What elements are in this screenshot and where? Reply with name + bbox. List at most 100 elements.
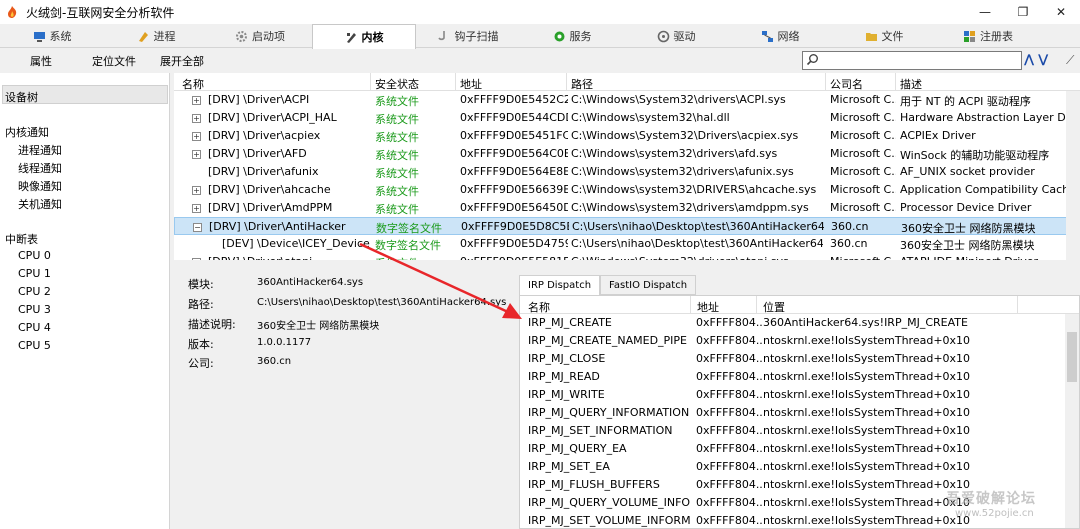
cell-company: Microsoft C... (830, 147, 896, 160)
table-row[interactable]: − [DRV] \Driver\AntiHacker 数字签名文件 0xFFFF9D0… (174, 217, 1080, 235)
tab-process[interactable]: 进程 (104, 24, 208, 48)
tab-network[interactable]: 网络 (728, 24, 832, 48)
col-header-status[interactable]: 安全状态 (375, 76, 419, 92)
irp-table-row[interactable]: IRP_MJ_SET_INFORMATION 0xFFFF804... ntoskr… (520, 422, 1079, 440)
tab-hook[interactable]: 钩子扫描 (416, 24, 520, 48)
irp-scrollbar-thumb[interactable] (1067, 332, 1077, 382)
pin-icon[interactable]: ⟋ (1066, 53, 1074, 68)
search-next-icon[interactable]: ⋁ (1038, 52, 1048, 66)
properties-button[interactable]: 属性 (0, 53, 80, 69)
sidebar-group-kernel-notify[interactable]: 内核通知 (5, 124, 49, 140)
window-title: 火绒剑-互联网安全分析软件 (26, 5, 175, 20)
irp-table-row[interactable]: IRP_MJ_CREATE 0xFFFF804... 360AntiHacker64… (520, 314, 1079, 332)
col-header-name[interactable]: 名称 (182, 76, 204, 92)
irp-cell-address: 0xFFFF804... (696, 388, 762, 401)
tab-monitor[interactable]: 系统 (0, 24, 104, 48)
irp-table-row[interactable]: IRP_MJ_CLOSE 0xFFFF804... ntoskrnl.exe!IoI… (520, 350, 1079, 368)
irp-cell-address: 0xFFFF804... (696, 496, 762, 509)
irp-cell-name: IRP_MJ_READ (528, 370, 600, 383)
watermark-url: www.52pojie.cn (955, 508, 1034, 519)
expand-icon[interactable]: + (192, 132, 201, 141)
table-row[interactable]: + [DRV] \Driver\acpiex 系统文件 0xFFFF9D0E5451F… (174, 127, 1080, 145)
process-icon (137, 30, 150, 43)
irp-col-header-name[interactable]: 名称 (528, 299, 550, 315)
table-row[interactable]: + [DRV] \Driver\ACPI 系统文件 0xFFFF9D0E5452C28… (174, 91, 1080, 109)
sidebar-item-shutdown-notify[interactable]: 关机通知 (18, 196, 62, 212)
col-header-address[interactable]: 地址 (460, 76, 482, 92)
irp-cell-location: ntoskrnl.exe!IoIsSystemThread+0x10 (763, 334, 971, 347)
tab-irp-dispatch[interactable]: IRP Dispatch (519, 275, 601, 295)
tab-kernel[interactable]: 内核 (312, 24, 416, 49)
col-header-company[interactable]: 公司名 (830, 76, 863, 92)
table-row[interactable]: [DEV] \Device\ICEY_Device 数字签名文件 0xFFFF9D0… (174, 235, 1080, 253)
cell-name: [DRV] \Driver\ahcache (208, 183, 331, 196)
minimize-button[interactable]: — (966, 0, 1004, 24)
sidebar-item-device-tree[interactable]: 设备树 (5, 89, 38, 105)
expand-icon[interactable]: + (192, 186, 201, 195)
irp-table-row[interactable]: IRP_MJ_QUERY_EA 0xFFFF804... ntoskrnl.exe!… (520, 440, 1079, 458)
cell-path: C:\Windows\system32\drivers\afd.sys (571, 147, 778, 160)
cell-name: [DRV] \Driver\AmdPPM (208, 201, 333, 214)
table-row[interactable]: + [DRV] \Driver\AmdPPM 系统文件 0xFFFF9D0E56450… (174, 199, 1080, 217)
tab-fastio-dispatch[interactable]: FastIO Dispatch (600, 275, 697, 295)
tab-gear[interactable]: 启动项 (208, 24, 312, 48)
irp-cell-location: ntoskrnl.exe!IoIsSystemThread+0x10 (763, 442, 971, 455)
driver-tree-table: 名称 安全状态 地址 路径 公司名 描述 + [DRV] \Driver\ACPI… (174, 73, 1080, 260)
irp-col-header-address[interactable]: 地址 (697, 299, 719, 315)
sidebar-item-cpu2[interactable]: CPU 2 (18, 285, 51, 298)
irp-cell-name: IRP_MJ_CREATE (528, 316, 612, 329)
search-icon (806, 53, 819, 69)
irp-cell-address: 0xFFFF804... (696, 478, 762, 491)
col-header-path[interactable]: 路径 (571, 76, 593, 92)
tab-folder[interactable]: 文件 (832, 24, 936, 48)
irp-col-header-location[interactable]: 位置 (763, 299, 785, 315)
col-header-description[interactable]: 描述 (900, 76, 922, 92)
locate-file-button[interactable]: 定位文件 (80, 53, 148, 69)
search-input[interactable] (802, 51, 1022, 70)
table-row[interactable]: + [DRV] \Driver\AFD 系统文件 0xFFFF9D0E564C0B40… (174, 145, 1080, 163)
sidebar-item-cpu1[interactable]: CPU 1 (18, 267, 51, 280)
irp-table-row[interactable]: IRP_MJ_WRITE 0xFFFF804... ntoskrnl.exe!IoI… (520, 386, 1079, 404)
expand-icon[interactable]: + (192, 114, 201, 123)
close-button[interactable]: ✕ (1042, 0, 1080, 24)
detail-value-path: C:\Users\nihao\Desktop\test\360AntiHacke… (257, 297, 507, 308)
tab-service[interactable]: 服务 (520, 24, 624, 48)
search-prev-icon[interactable]: ⋀ (1024, 52, 1034, 66)
irp-table-row[interactable]: IRP_MJ_SET_EA 0xFFFF804... ntoskrnl.exe!Io… (520, 458, 1079, 476)
table-row[interactable]: +[DRV] \Driver\atapi系统文件0xFFFF9D0E5E581E… (174, 253, 1080, 260)
table-scrollbar[interactable] (1066, 91, 1080, 260)
sidebar-item-cpu3[interactable]: CPU 3 (18, 303, 51, 316)
expand-icon[interactable]: + (192, 150, 201, 159)
irp-table-row[interactable]: IRP_MJ_READ 0xFFFF804... ntoskrnl.exe!IoIs… (520, 368, 1079, 386)
sidebar-item-thread-notify[interactable]: 线程通知 (18, 160, 62, 176)
expand-icon[interactable]: + (192, 204, 201, 213)
cell-company: Microsoft C... (830, 201, 896, 214)
maximize-button[interactable]: ❐ (1004, 0, 1042, 24)
tab-label: 启动项 (252, 30, 285, 43)
cell-address: 0xFFFF9D0E5452C280 (460, 93, 568, 106)
table-row[interactable]: + [DRV] \Driver\ACPI_HAL 系统文件 0xFFFF9D0E544… (174, 109, 1080, 127)
sidebar-group-interrupt-table[interactable]: 中断表 (5, 231, 38, 247)
tab-registry[interactable]: 注册表 (936, 24, 1040, 48)
cell-path: C:\Windows\system32\hal.dll (571, 111, 730, 124)
collapse-icon[interactable]: − (193, 223, 202, 232)
expand-icon[interactable]: + (192, 96, 201, 105)
sidebar-item-cpu0[interactable]: CPU 0 (18, 249, 51, 262)
cell-address: 0xFFFF9D0E5D475900 (460, 237, 568, 250)
sidebar-item-cpu4[interactable]: CPU 4 (18, 321, 51, 334)
cell-status: 系统文件 (375, 185, 419, 198)
table-row[interactable]: [DRV] \Driver\afunix 系统文件 0xFFFF9D0E564E8E… (174, 163, 1080, 181)
irp-table-row[interactable]: IRP_MJ_QUERY_INFORMATION 0xFFFF804... ntos… (520, 404, 1079, 422)
hook-icon (437, 30, 451, 43)
irp-cell-name: IRP_MJ_QUERY_INFORMATION (528, 406, 690, 419)
expand-all-button[interactable]: 展开全部 (148, 53, 216, 69)
sidebar-item-image-notify[interactable]: 映像通知 (18, 178, 62, 194)
sidebar-item-cpu5[interactable]: CPU 5 (18, 339, 51, 352)
cell-company: Microsoft C... (830, 183, 896, 196)
irp-scrollbar[interactable] (1065, 314, 1079, 528)
irp-table-row[interactable]: IRP_MJ_CREATE_NAMED_PIPE 0xFFFF804... ntos… (520, 332, 1079, 350)
tab-driver[interactable]: 驱动 (624, 24, 728, 48)
sidebar-item-process-notify[interactable]: 进程通知 (18, 142, 62, 158)
table-row[interactable]: + [DRV] \Driver\ahcache 系统文件 0xFFFF9D0E5663… (174, 181, 1080, 199)
tab-label: 服务 (569, 30, 592, 43)
